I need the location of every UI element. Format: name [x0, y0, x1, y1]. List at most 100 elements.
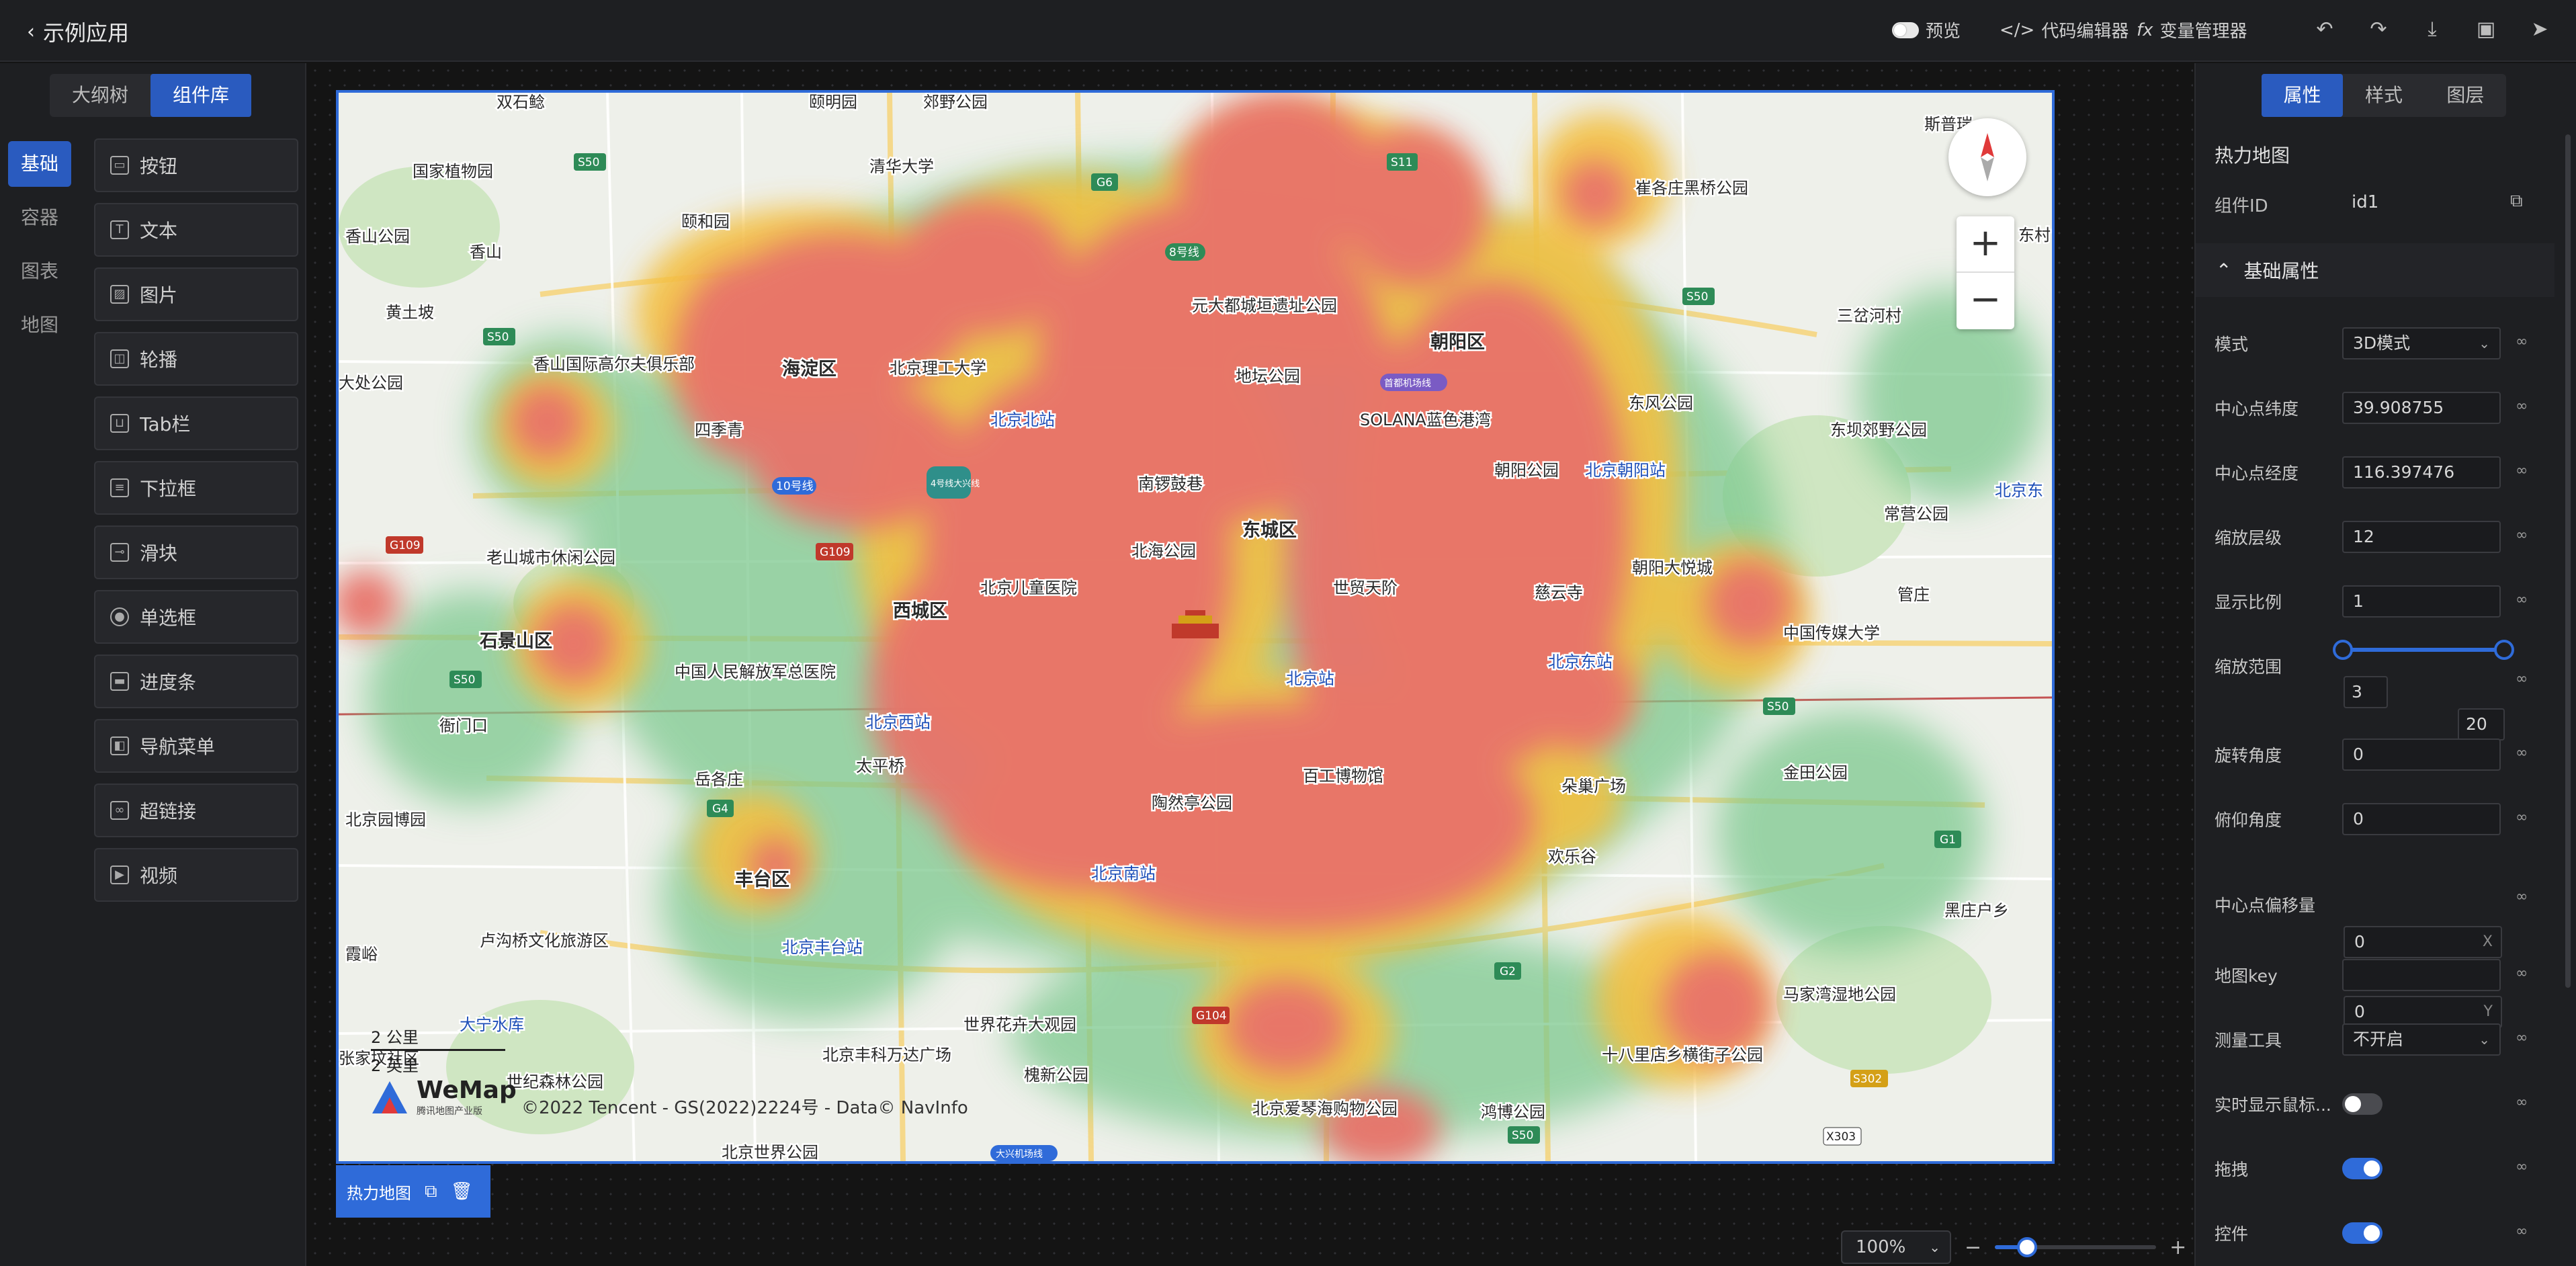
svg-text:S50: S50: [578, 156, 599, 169]
bind-link-icon[interactable]: ∞: [2516, 745, 2528, 761]
bind-link-icon[interactable]: ∞: [2516, 527, 2528, 544]
zoom-select[interactable]: 100% ⌄: [1841, 1230, 1951, 1264]
svg-text:10号线: 10号线: [776, 480, 814, 493]
tab-properties[interactable]: 属性: [2262, 74, 2344, 117]
copy-id-icon[interactable]: ⧉: [2510, 191, 2523, 212]
bind-link-icon[interactable]: ∞: [2516, 1094, 2528, 1111]
component-video[interactable]: ▶ 视频: [94, 848, 298, 902]
component-progress[interactable]: ▬ 进度条: [94, 655, 298, 708]
chevron-left-icon[interactable]: ‹: [27, 20, 35, 44]
zoom-slider-knob[interactable]: [2017, 1237, 2038, 1257]
zoom-range-max-knob[interactable]: [2494, 640, 2514, 660]
code-editor-button[interactable]: </> 代码编辑器: [2000, 17, 2129, 42]
category-map[interactable]: 地图: [8, 302, 71, 348]
offset-x-input[interactable]: 0X: [2344, 926, 2502, 958]
category-chart[interactable]: 图表: [8, 249, 71, 294]
zoom-range-min-knob[interactable]: [2333, 640, 2353, 660]
svg-text:S302: S302: [1853, 1072, 1882, 1086]
mode-select[interactable]: 3D模式 ⌄: [2342, 327, 2501, 360]
nav-menu-icon: ◧: [110, 736, 129, 755]
svg-text:S50: S50: [1767, 700, 1789, 714]
bind-link-icon[interactable]: ∞: [2516, 398, 2528, 415]
zoom-out-icon[interactable]: −: [1965, 1236, 1981, 1259]
download-icon[interactable]: ⤓: [2417, 15, 2447, 44]
drag-switch[interactable]: [2342, 1158, 2382, 1179]
save-icon[interactable]: ▣: [2471, 15, 2501, 44]
center-lat-input[interactable]: 39.908755: [2342, 392, 2501, 424]
prop-measure: 测量工具 不开启 ⌄: [2215, 1023, 2550, 1056]
realtime-switch[interactable]: [2342, 1093, 2382, 1115]
svg-text:西城区: 西城区: [893, 601, 947, 622]
map-zoom-out-button[interactable]: −: [1957, 273, 2014, 329]
zoom-in-icon[interactable]: +: [2170, 1236, 2186, 1259]
map-svg[interactable]: 双石鲶 颐明园 郊野公园 清华大学 国家植物园 香山公园 颐和园 香山 黄土坡 …: [339, 93, 2052, 1161]
chevron-down-icon: ⌄: [2479, 335, 2490, 351]
category-basic[interactable]: 基础: [8, 141, 71, 187]
component-carousel[interactable]: ◫ 轮播: [94, 332, 298, 386]
component-radio[interactable]: ● 单选框: [94, 590, 298, 644]
svg-text:首都机场线: 首都机场线: [1384, 378, 1431, 389]
component-image[interactable]: ▨ 图片: [94, 267, 298, 321]
svg-text:老山城市休闲公园: 老山城市休闲公园: [486, 548, 615, 567]
bind-link-icon[interactable]: ∞: [2516, 671, 2528, 687]
app-title[interactable]: ‹ 示例应用: [27, 16, 129, 47]
zoom-range-slider[interactable]: [2333, 640, 2514, 660]
prop-center-lat: 中心点纬度 39.908755: [2215, 391, 2550, 425]
undo-icon[interactable]: ↶: [2310, 15, 2339, 44]
bind-link-icon[interactable]: ∞: [2516, 462, 2528, 479]
bind-link-icon[interactable]: ∞: [2516, 1158, 2528, 1175]
wemap-logo: WeMap 腾讯地图产业版: [370, 1077, 517, 1117]
controls-switch[interactable]: [2342, 1222, 2382, 1244]
bind-link-icon[interactable]: ∞: [2516, 809, 2528, 826]
right-panel-scrollbar[interactable]: [2565, 134, 2571, 988]
heatmap-component[interactable]: 双石鲶 颐明园 郊野公园 清华大学 国家植物园 香山公园 颐和园 香山 黄土坡 …: [336, 90, 2055, 1164]
map-zoom-in-button[interactable]: +: [1957, 216, 2014, 273]
bind-link-icon[interactable]: ∞: [2516, 888, 2528, 905]
svg-text:崔各庄黑桥公园: 崔各庄黑桥公园: [1635, 179, 1748, 198]
component-nav-menu[interactable]: ◧ 导航菜单: [94, 719, 298, 773]
bind-link-icon[interactable]: ∞: [2516, 591, 2528, 608]
zoom-range-max-input[interactable]: 20: [2458, 708, 2505, 741]
tab-layers[interactable]: 图层: [2425, 74, 2506, 117]
tabbar-icon: ⊔: [110, 414, 129, 433]
svg-text:北京儿童医院: 北京儿童医院: [980, 579, 1077, 597]
bind-link-icon[interactable]: ∞: [2516, 1223, 2528, 1240]
component-tabbar[interactable]: ⊔ Tab栏: [94, 396, 298, 450]
copy-icon[interactable]: ⧉: [425, 1181, 437, 1202]
zoom-range-min-input[interactable]: 3: [2344, 676, 2388, 708]
wemap-logo-icon: [372, 1081, 407, 1113]
compass-icon[interactable]: [1948, 118, 2026, 196]
component-hyperlink[interactable]: ∞ 超链接: [94, 784, 298, 837]
svg-text:北京爱琴海购物公园: 北京爱琴海购物公园: [1252, 1099, 1398, 1118]
tab-style[interactable]: 样式: [2343, 74, 2424, 117]
bind-link-icon[interactable]: ∞: [2516, 1029, 2528, 1046]
zoom-input[interactable]: 12: [2342, 521, 2501, 553]
center-lng-input[interactable]: 116.397476: [2342, 456, 2501, 489]
publish-icon[interactable]: ➤: [2525, 15, 2554, 44]
redo-icon[interactable]: ↷: [2364, 15, 2393, 44]
component-dropdown[interactable]: ≡ 下拉框: [94, 461, 298, 515]
category-container[interactable]: 容器: [8, 195, 71, 241]
pitch-input[interactable]: 0: [2342, 803, 2501, 835]
basic-props-section[interactable]: ⌃ 基础属性: [2196, 243, 2554, 297]
tab-component-library[interactable]: 组件库: [151, 74, 251, 117]
zoom-slider[interactable]: [1995, 1237, 2157, 1257]
toggle-icon[interactable]: [1892, 22, 1919, 38]
scale-input[interactable]: 1: [2342, 585, 2501, 618]
tab-outline-tree[interactable]: 大纲树: [50, 74, 151, 117]
left-panel-tabs: 大纲树 组件库: [50, 74, 251, 117]
bind-link-icon[interactable]: ∞: [2516, 965, 2528, 982]
map-key-input[interactable]: [2342, 959, 2501, 991]
preview-toggle[interactable]: 预览: [1892, 17, 1961, 42]
measure-select[interactable]: 不开启 ⌄: [2342, 1023, 2501, 1056]
svg-text:朝阳大悦城: 朝阳大悦城: [1632, 558, 1713, 577]
component-text[interactable]: T 文本: [94, 203, 298, 257]
rotation-input[interactable]: 0: [2342, 738, 2501, 771]
bind-link-icon[interactable]: ∞: [2516, 333, 2528, 350]
svg-text:4号线大兴线: 4号线大兴线: [931, 479, 980, 489]
component-slider[interactable]: ⊸ 滑块: [94, 525, 298, 579]
delete-icon[interactable]: 🗑: [451, 1181, 473, 1201]
variable-manager-button[interactable]: fx 变量管理器: [2137, 17, 2247, 42]
component-button[interactable]: ▭ 按钮: [94, 138, 298, 192]
dropdown-icon: ≡: [110, 478, 129, 497]
